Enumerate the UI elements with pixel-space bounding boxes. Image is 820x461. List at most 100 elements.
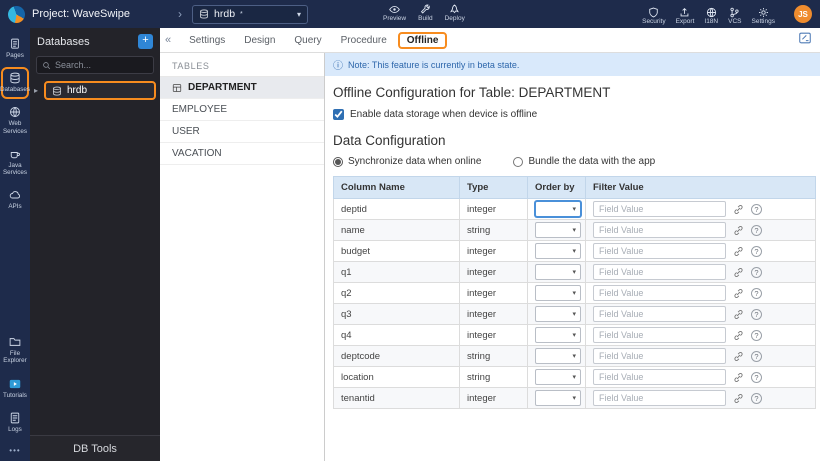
bundle-radio[interactable] xyxy=(513,156,524,167)
tree-item-hrdb[interactable]: hrdb xyxy=(44,81,156,100)
link-icon[interactable] xyxy=(733,246,744,257)
sync-mode-options: Synchronize data when online Bundle the … xyxy=(333,156,810,167)
table-list-item-department[interactable]: DEPARTMENT xyxy=(160,77,324,99)
gear-icon xyxy=(758,7,768,17)
tab-settings[interactable]: Settings xyxy=(181,32,233,49)
help-icon[interactable]: ? xyxy=(751,392,762,404)
settings-button[interactable]: Settings xyxy=(752,3,775,26)
help-icon[interactable]: ? xyxy=(751,245,762,257)
link-icon[interactable] xyxy=(733,330,744,341)
help-icon[interactable]: ? xyxy=(751,371,762,383)
help-icon[interactable]: ? xyxy=(751,350,762,362)
order-by-select[interactable]: ▾ xyxy=(535,285,581,301)
link-icon[interactable] xyxy=(733,225,744,236)
search-input[interactable] xyxy=(55,60,148,70)
build-button[interactable]: Build xyxy=(418,0,433,23)
tab-offline[interactable]: Offline xyxy=(397,31,448,49)
sidebar-item-tutorials[interactable]: Tutorials xyxy=(1,373,29,405)
help-icon[interactable]: ? xyxy=(751,224,762,236)
preview-button[interactable]: Preview xyxy=(383,0,406,23)
branch-icon xyxy=(730,7,739,18)
column-type-cell: integer xyxy=(459,282,528,304)
enable-offline-storage-checkbox[interactable] xyxy=(333,109,344,120)
help-icon[interactable]: ? xyxy=(751,287,762,299)
table-list-item-vacation[interactable]: VACATION xyxy=(160,143,324,165)
tab-procedure[interactable]: Procedure xyxy=(333,32,395,49)
filter-value-input[interactable] xyxy=(593,264,726,280)
order-by-select[interactable]: ▾ xyxy=(535,201,581,217)
help-icon[interactable]: ? xyxy=(751,329,762,341)
database-selector-dropdown[interactable]: hrdb * ▾ xyxy=(192,4,309,24)
table-row: name string ▾ ? xyxy=(333,219,816,241)
link-icon[interactable] xyxy=(733,267,744,278)
sidebar-item-apis[interactable]: APIs xyxy=(1,184,29,216)
order-by-select[interactable]: ▾ xyxy=(535,243,581,259)
link-icon[interactable] xyxy=(733,351,744,362)
filter-value-input[interactable] xyxy=(593,222,726,238)
sidebar-item-pages[interactable]: Pages xyxy=(1,33,29,65)
link-icon[interactable] xyxy=(733,288,744,299)
i18n-button[interactable]: I18N xyxy=(704,3,718,26)
order-by-select[interactable]: ▾ xyxy=(535,369,581,385)
column-name-cell: location xyxy=(333,366,460,388)
tab-query[interactable]: Query xyxy=(286,32,329,49)
security-button[interactable]: Security xyxy=(642,3,666,26)
app-window: Project: WaveSwipe › hrdb * ▾ Preview Bu… xyxy=(0,0,820,461)
chevron-down-icon: ▾ xyxy=(572,227,576,234)
wavemaker-logo[interactable] xyxy=(8,5,25,23)
order-by-select[interactable]: ▾ xyxy=(535,390,581,406)
more-options-icon[interactable]: ••• xyxy=(9,441,20,457)
help-icon[interactable]: ? xyxy=(751,203,762,215)
filter-value-input[interactable] xyxy=(593,201,726,217)
collapse-panel-icon[interactable]: « xyxy=(165,34,171,46)
globe-icon xyxy=(10,107,20,118)
column-type-cell: integer xyxy=(459,387,528,409)
filter-value-input[interactable] xyxy=(593,390,726,406)
user-avatar[interactable]: JS xyxy=(794,5,812,23)
help-icon[interactable]: ? xyxy=(751,266,762,278)
column-name-cell: q2 xyxy=(333,282,460,304)
synchronize-radio[interactable] xyxy=(333,156,343,167)
db-tools-button[interactable]: DB Tools xyxy=(30,435,160,461)
breadcrumb-chevron-icon: › xyxy=(178,7,183,21)
help-icon[interactable]: ? xyxy=(751,308,762,320)
table-icon xyxy=(172,83,182,92)
order-by-select[interactable]: ▾ xyxy=(535,306,581,322)
sidebar-item-file-explorer[interactable]: File Explorer xyxy=(1,331,29,370)
sidebar-item-web-services[interactable]: Web Services xyxy=(1,101,29,140)
sidebar-item-databases[interactable]: Databases xyxy=(0,67,30,100)
deploy-button[interactable]: Deploy xyxy=(445,0,465,23)
sidebar-item-logs[interactable]: Logs xyxy=(1,407,29,439)
export-button[interactable]: Export xyxy=(676,3,694,26)
chevron-down-icon: ▾ xyxy=(572,290,576,297)
project-title: Project: WaveSwipe xyxy=(32,8,131,20)
header-column-name: Column Name xyxy=(333,176,460,199)
order-by-select[interactable]: ▾ xyxy=(535,327,581,343)
vcs-button[interactable]: VCS xyxy=(728,3,742,26)
link-icon[interactable] xyxy=(733,204,744,215)
add-database-button[interactable]: + xyxy=(138,34,153,49)
link-icon[interactable] xyxy=(733,372,744,383)
shield-icon xyxy=(649,7,659,18)
filter-value-input[interactable] xyxy=(593,243,726,259)
table-list-item-employee[interactable]: EMPLOYEE xyxy=(160,99,324,121)
database-selector-value: hrdb xyxy=(214,8,236,20)
tree-expander-icon[interactable]: ▸ xyxy=(34,86,42,95)
table-row: q3 integer ▾ ? xyxy=(333,303,816,325)
table-list-item-user[interactable]: USER xyxy=(160,121,324,143)
filter-value-input[interactable] xyxy=(593,348,726,364)
column-configuration-table: Column Name Type Order by Filter Value d… xyxy=(333,176,816,409)
filter-value-input[interactable] xyxy=(593,306,726,322)
filter-value-input[interactable] xyxy=(593,285,726,301)
filter-value-input[interactable] xyxy=(593,327,726,343)
table-row: q4 integer ▾ ? xyxy=(333,324,816,346)
link-icon[interactable] xyxy=(733,309,744,320)
order-by-select[interactable]: ▾ xyxy=(535,222,581,238)
link-icon[interactable] xyxy=(733,393,744,404)
order-by-select[interactable]: ▾ xyxy=(535,264,581,280)
tab-design[interactable]: Design xyxy=(236,32,283,49)
sidebar-item-java-services[interactable]: Java Services xyxy=(1,143,29,182)
order-by-select[interactable]: ▾ xyxy=(535,348,581,364)
panel-toggle-button[interactable] xyxy=(798,31,812,50)
filter-value-input[interactable] xyxy=(593,369,726,385)
